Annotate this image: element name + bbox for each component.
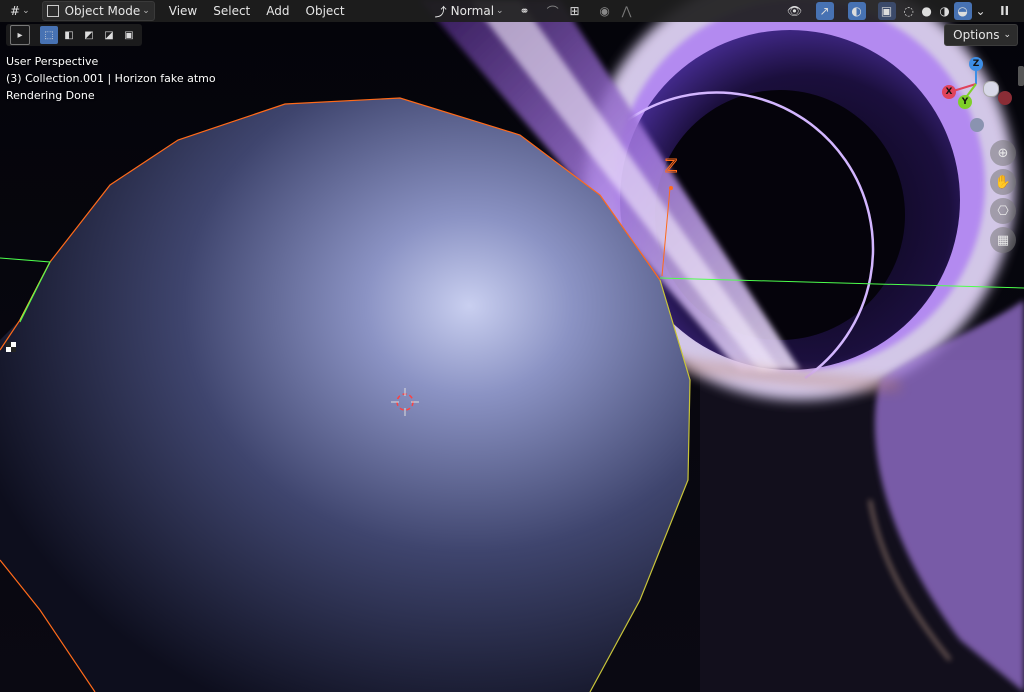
- editor-type-button[interactable]: # ⌄: [6, 2, 34, 20]
- menu-add[interactable]: Add: [262, 2, 293, 20]
- pivot-point-icon[interactable]: ⚭: [516, 2, 534, 20]
- select-box-icon[interactable]: ⬚: [40, 26, 58, 44]
- select-extend-icon[interactable]: ◧: [60, 26, 78, 44]
- chevron-down-icon: ⌄: [1003, 30, 1011, 40]
- gizmo-neg-z-axis[interactable]: [970, 118, 984, 132]
- object-mode-icon: [46, 5, 59, 17]
- zoom-icon[interactable]: ⊕: [990, 140, 1016, 166]
- orientation-label: Normal: [450, 4, 495, 18]
- gizmo-y-axis[interactable]: Y: [958, 95, 972, 109]
- chevron-down-icon: ⌄: [496, 6, 504, 16]
- menu-select[interactable]: Select: [209, 2, 254, 20]
- gizmo-z-axis[interactable]: Z: [969, 57, 983, 71]
- mode-dropdown[interactable]: Object Mode ⌄: [41, 1, 155, 21]
- xray-icon[interactable]: ▣: [877, 2, 896, 20]
- scene-render: Z: [0, 0, 1024, 692]
- gizmo-icon[interactable]: ↗: [815, 2, 834, 20]
- menu-view[interactable]: View: [165, 2, 201, 20]
- visibility-icon[interactable]: 👁: [786, 2, 804, 20]
- overlay-icon[interactable]: ◐: [847, 2, 866, 20]
- select-subtract-icon[interactable]: ◩: [80, 26, 98, 44]
- navigation-gizmo[interactable]: Z X Y: [936, 54, 1016, 134]
- rendered-shading-icon[interactable]: ◒: [953, 2, 972, 20]
- 3d-viewport[interactable]: Z # ⌄ Object Mode ⌄ View Select Add Object…: [0, 0, 1024, 692]
- shading-options-icon[interactable]: ⌄: [972, 2, 990, 20]
- render-status: Rendering Done: [6, 89, 95, 102]
- material-shading-icon[interactable]: ◑: [936, 2, 954, 20]
- options-label: Options: [953, 28, 1000, 42]
- select-invert-icon[interactable]: ◪: [100, 26, 118, 44]
- snap-target-icon[interactable]: ⊞: [566, 2, 584, 20]
- options-dropdown[interactable]: Options ⌄: [944, 24, 1018, 46]
- mode-label: Object Mode: [64, 4, 141, 18]
- grid-icon[interactable]: ▦: [990, 227, 1016, 253]
- view-name: User Perspective: [6, 55, 99, 68]
- falloff-icon[interactable]: ⋀: [618, 2, 636, 20]
- chevron-down-icon: ⌄: [142, 6, 150, 16]
- gizmo-x-axis[interactable]: X: [942, 85, 956, 99]
- solid-shading-icon[interactable]: ●: [918, 2, 936, 20]
- gizmo-neg-x-axis[interactable]: [998, 91, 1012, 105]
- empty-z-label: Z: [665, 156, 677, 177]
- menu-object[interactable]: Object: [302, 2, 349, 20]
- tool-settings-bar: ▸ ⬚ ◧ ◩ ◪ ▣: [6, 24, 142, 46]
- editor-type-icon: #: [10, 4, 21, 18]
- pause-icon[interactable]: II: [996, 2, 1014, 20]
- cursor-tool-icon[interactable]: ▸: [10, 25, 30, 45]
- collection-info: (3) Collection.001 | Horizon fake atmo: [6, 72, 216, 85]
- orientation-icon: ⤴: [434, 4, 447, 19]
- viewport-header: # ⌄ Object Mode ⌄ View Select Add Object ⤴…: [0, 0, 1024, 22]
- hand-icon[interactable]: ✋: [990, 169, 1016, 195]
- transform-orientation-dropdown[interactable]: ⤴ Normal ⌄: [431, 2, 508, 20]
- wireframe-shading-icon[interactable]: ◌: [900, 2, 918, 20]
- gizmo-neg-y-axis[interactable]: [983, 81, 999, 97]
- proportional-edit-icon[interactable]: ◉: [596, 2, 614, 20]
- snap-icon[interactable]: ⌒: [544, 2, 562, 20]
- select-intersect-icon[interactable]: ▣: [120, 26, 138, 44]
- camera-icon[interactable]: ⎔: [990, 198, 1016, 224]
- chevron-down-icon: ⌄: [22, 6, 30, 16]
- region-scroll-handle[interactable]: [1018, 66, 1024, 86]
